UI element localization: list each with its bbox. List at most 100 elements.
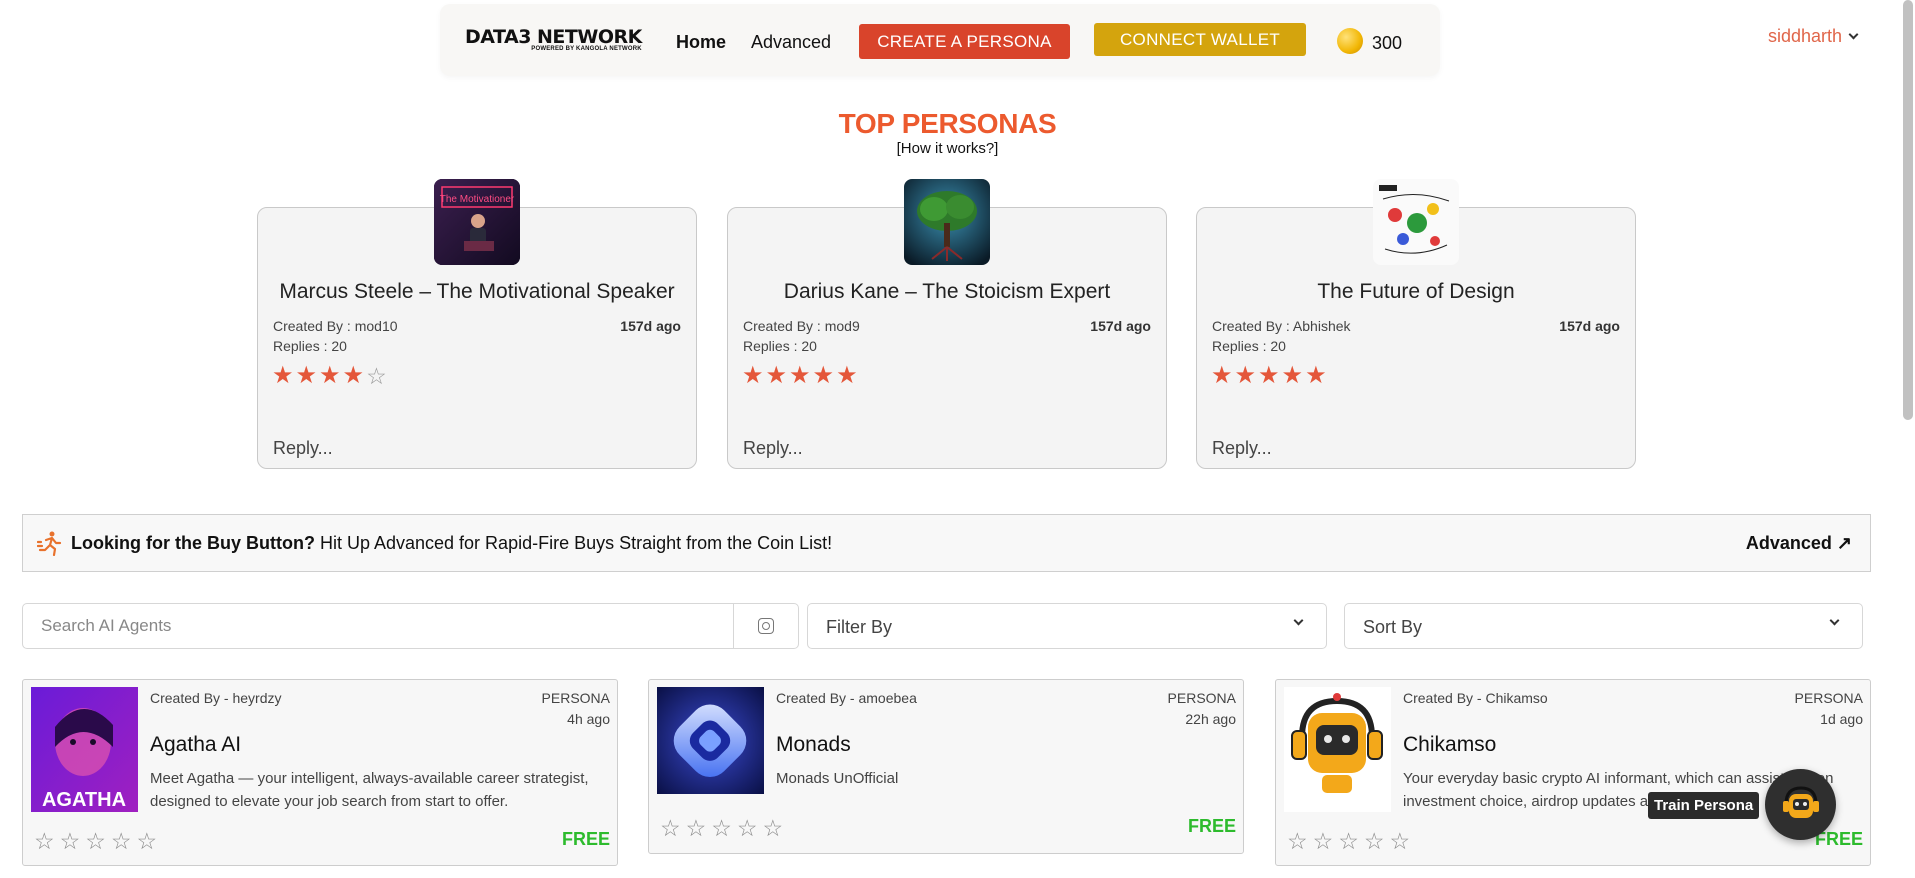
star-outline-icon[interactable]: ☆ <box>711 816 732 840</box>
agent-type: PERSONA <box>1794 690 1863 706</box>
sort-dropdown[interactable]: Sort By <box>1344 603 1863 649</box>
rating-stars[interactable]: ☆ ☆ ☆ ☆ ☆ <box>660 816 783 840</box>
how-it-works-link[interactable]: [How it works?] <box>0 140 1895 157</box>
star-outline-icon[interactable]: ☆ <box>85 829 106 853</box>
agent-creator: Created By - Chikamso <box>1403 690 1548 706</box>
coin-icon <box>1337 28 1363 54</box>
star-outline-icon[interactable]: ☆ <box>111 829 132 853</box>
banner-text: Looking for the Buy Button? Hit Up Advan… <box>71 533 832 554</box>
logo[interactable]: DATA3 NETWORK POWERED BY KANGOLA NETWORK <box>465 26 642 52</box>
star-icon[interactable]: ★ <box>296 364 318 388</box>
user-menu[interactable]: siddharth <box>1768 26 1859 47</box>
persona-name[interactable]: Darius Kane – The Stoicism Expert <box>728 280 1166 304</box>
agent-creator: Created By - amoebea <box>776 690 917 706</box>
star-outline-icon[interactable]: ☆ <box>686 816 707 840</box>
reply-input[interactable]: Reply... <box>1212 438 1272 459</box>
top-personas-heading: TOP PERSONAS <box>838 108 1057 139</box>
star-outline-icon[interactable]: ☆ <box>1287 829 1308 853</box>
rating-stars[interactable]: ★ ★ ★ ★ ★ <box>1211 364 1327 388</box>
search-box <box>22 603 799 649</box>
rating-stars[interactable]: ☆ ☆ ☆ ☆ ☆ <box>1287 829 1410 853</box>
search-icon <box>758 618 774 634</box>
star-icon[interactable]: ★ <box>789 364 811 388</box>
persona-replies: Replies : 20 <box>1212 338 1286 354</box>
persona-name[interactable]: The Future of Design <box>1197 280 1635 304</box>
filter-label: Filter By <box>826 617 893 637</box>
chevron-down-icon <box>1293 615 1304 626</box>
filter-dropdown[interactable]: Filter By <box>807 603 1327 649</box>
star-icon[interactable]: ★ <box>836 364 858 388</box>
star-icon[interactable]: ★ <box>319 364 341 388</box>
star-icon[interactable]: ★ <box>813 364 835 388</box>
nav-home-link[interactable]: Home <box>676 32 726 53</box>
agent-title[interactable]: Monads <box>776 733 851 757</box>
star-icon[interactable]: ★ <box>1305 364 1327 388</box>
agent-type: PERSONA <box>1167 690 1236 706</box>
star-icon[interactable]: ★ <box>1258 364 1280 388</box>
agent-type: PERSONA <box>541 690 610 706</box>
price-badge: FREE <box>1187 816 1236 836</box>
top-persona-card[interactable]: Darius Kane – The Stoicism Expert Create… <box>727 179 1167 469</box>
star-icon[interactable]: ★ <box>272 364 294 388</box>
sort-label: Sort By <box>1363 617 1423 637</box>
star-outline-icon[interactable]: ☆ <box>34 829 55 853</box>
search-button[interactable] <box>733 604 798 648</box>
agent-title[interactable]: Agatha AI <box>150 733 241 757</box>
star-icon[interactable]: ★ <box>742 364 764 388</box>
nav-advanced-link[interactable]: Advanced <box>751 32 831 53</box>
star-outline-icon[interactable]: ☆ <box>1390 829 1411 853</box>
star-icon[interactable]: ★ <box>1282 364 1304 388</box>
agent-title[interactable]: Chikamso <box>1403 733 1496 757</box>
runner-icon <box>36 530 63 563</box>
star-icon[interactable]: ★ <box>343 364 365 388</box>
persona-age: 157d ago <box>1559 318 1620 334</box>
agent-card[interactable]: AGATHA Created By - heyrdzy PERSONA 4h a… <box>22 679 618 866</box>
top-persona-card[interactable]: The Future of Design Created By : Abhish… <box>1196 179 1636 469</box>
agent-thumbnail <box>1284 687 1391 812</box>
train-persona-tooltip: Train Persona <box>1648 792 1760 819</box>
persona-age: 157d ago <box>1090 318 1151 334</box>
star-outline-icon[interactable]: ☆ <box>137 829 158 853</box>
agent-age: 22h ago <box>1185 711 1236 727</box>
persona-creator: Created By : Abhishek <box>1212 318 1351 334</box>
star-outline-icon[interactable]: ☆ <box>1313 829 1334 853</box>
connect-wallet-button[interactable]: CONNECT WALLET <box>1094 23 1306 56</box>
agent-description: Meet Agatha — your intelligent, always-a… <box>150 770 589 810</box>
star-outline-icon[interactable]: ☆ <box>660 816 681 840</box>
agent-creator: Created By - heyrdzy <box>150 690 282 706</box>
thumb-label: AGATHA <box>42 789 126 811</box>
star-icon[interactable]: ★ <box>766 364 788 388</box>
price-badge: FREE <box>561 829 610 849</box>
page: DATA3 NETWORK POWERED BY KANGOLA NETWORK… <box>0 0 1915 878</box>
persona-creator: Created By : mod10 <box>273 318 398 334</box>
scrollbar-thumb[interactable] <box>1903 0 1913 420</box>
train-persona-button[interactable] <box>1765 769 1836 840</box>
buy-button-banner: Looking for the Buy Button? Hit Up Advan… <box>22 514 1871 572</box>
username: siddharth <box>1768 26 1843 46</box>
star-outline-icon[interactable]: ☆ <box>366 364 387 388</box>
star-outline-icon[interactable]: ☆ <box>763 816 784 840</box>
top-persona-card[interactable]: The Motivationer Marcus Steele – The Mot… <box>257 179 697 469</box>
rating-stars[interactable]: ★ ★ ★ ★ ☆ <box>272 364 387 389</box>
reply-input[interactable]: Reply... <box>743 438 803 459</box>
reply-input[interactable]: Reply... <box>273 438 333 459</box>
thumb-text: The Motivationer <box>440 194 515 205</box>
persona-replies: Replies : 20 <box>273 338 347 354</box>
star-outline-icon[interactable]: ☆ <box>60 829 81 853</box>
banner-advanced-link[interactable]: Advanced ↗ <box>1746 533 1852 554</box>
star-icon[interactable]: ★ <box>1235 364 1257 388</box>
star-outline-icon[interactable]: ☆ <box>737 816 758 840</box>
persona-age: 157d ago <box>620 318 681 334</box>
persona-name[interactable]: Marcus Steele – The Motivational Speaker <box>258 280 696 304</box>
banner-question: Looking for the Buy Button? <box>71 533 315 553</box>
star-icon[interactable]: ★ <box>1211 364 1233 388</box>
star-outline-icon[interactable]: ☆ <box>1338 829 1359 853</box>
rating-stars[interactable]: ☆ ☆ ☆ ☆ ☆ <box>34 829 157 853</box>
agent-age: 1d ago <box>1820 711 1863 727</box>
search-input[interactable] <box>23 604 733 648</box>
star-outline-icon[interactable]: ☆ <box>1364 829 1385 853</box>
agent-card[interactable]: Created By - amoebea PERSONA 22h ago Mon… <box>648 679 1244 854</box>
create-persona-button[interactable]: CREATE A PERSONA <box>859 24 1070 59</box>
rating-stars[interactable]: ★ ★ ★ ★ ★ <box>742 364 858 388</box>
agent-card[interactable]: Created By - Chikamso PERSONA 1d ago Chi… <box>1275 679 1871 866</box>
